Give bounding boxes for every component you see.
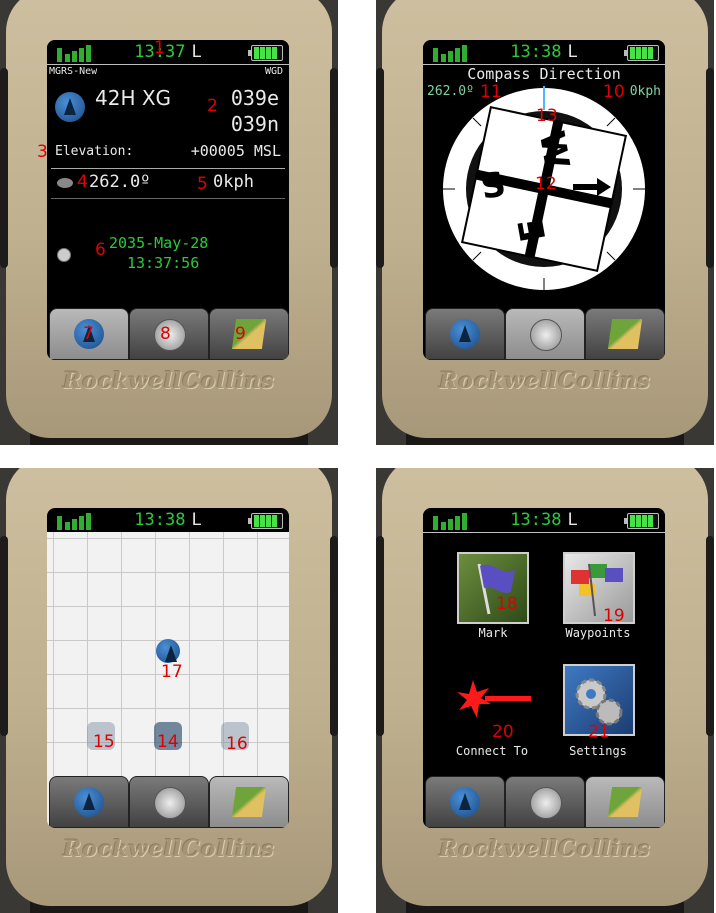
callout-2: 2 [207, 96, 218, 116]
position-icon [74, 787, 104, 817]
laser-icon [457, 680, 531, 718]
battery-icon [248, 513, 283, 529]
device-compass: RockwellCollins 13:38 L Compass Direction… [376, 0, 714, 445]
tab-bar [423, 308, 665, 360]
position-icon [450, 319, 480, 349]
northing: 039n [230, 112, 279, 136]
separator [51, 198, 285, 199]
grid-zone: 42H XG [95, 86, 172, 110]
callout-18: 18 [496, 594, 518, 614]
screen-menu: 13:38 L Mark Waypoints Connect To Settin… [423, 508, 665, 828]
callout-9: 9 [235, 324, 246, 344]
separator [423, 532, 665, 533]
map-icon [607, 319, 643, 349]
map-icon [607, 787, 643, 817]
map-icon [231, 787, 267, 817]
callout-19: 19 [603, 606, 625, 626]
callout-16: 16 [226, 734, 248, 754]
callout-1: 1 [154, 38, 165, 58]
menu-label-waypoints: Waypoints [565, 626, 631, 640]
tab-map[interactable] [585, 776, 665, 828]
brand-logo: RockwellCollins [439, 368, 651, 394]
status-bar: 13:38 L [47, 508, 289, 532]
date-value: 2035-May-28 [109, 234, 209, 252]
device-location: RockwellCollins 13:37 L MGRS-New WGD 42H … [0, 0, 338, 445]
tab-location[interactable] [425, 776, 505, 828]
coord-system: MGRS-New [49, 66, 98, 77]
callout-14: 14 [157, 732, 179, 752]
position-icon [55, 92, 85, 122]
tab-map[interactable] [209, 776, 289, 828]
compass-icon [154, 787, 186, 819]
menu-item-mark[interactable]: Mark [453, 552, 533, 652]
callout-11: 11 [480, 82, 502, 102]
menu-item-settings[interactable]: Settings [553, 664, 643, 764]
callout-10: 10 [603, 82, 625, 102]
status-bar: 13:38 L [423, 508, 665, 532]
brand-logo: RockwellCollins [63, 836, 275, 862]
menu-label-mark: Mark [478, 626, 508, 640]
screen-location: 13:37 L MGRS-New WGD 42H XG 039e 039n Ele… [47, 40, 289, 360]
compass-icon [530, 787, 562, 819]
callout-17: 17 [161, 662, 183, 682]
status-bar: 13:38 L [423, 40, 665, 64]
callout-20: 20 [492, 722, 514, 742]
clock-value: 13:37:56 [127, 254, 200, 272]
callout-4: 4 [77, 172, 88, 192]
callout-5: 5 [197, 174, 208, 194]
battery-icon [624, 513, 659, 529]
menu-item-connect-to[interactable]: Connect To [445, 664, 539, 764]
menu-item-waypoints[interactable]: Waypoints [553, 552, 643, 652]
position-icon [450, 787, 480, 817]
compass-small-icon [57, 178, 73, 188]
tab-bar [423, 776, 665, 828]
device-map: RockwellCollins 13:38 L 14 15 16 17 [0, 468, 338, 913]
speed-value: 0kph [213, 172, 254, 192]
menu-label-settings: Settings [569, 744, 627, 758]
clock-icon [57, 248, 71, 262]
device-menu: RockwellCollins 13:38 L Mark Waypoints C… [376, 468, 714, 913]
elevation-value: +00005 MSL [190, 142, 281, 160]
callout-8: 8 [160, 324, 171, 344]
battery-icon [624, 45, 659, 61]
direction-arrow [573, 178, 611, 196]
position-marker-icon [156, 639, 180, 663]
callout-12: 12 [535, 174, 557, 194]
tab-compass[interactable] [129, 776, 209, 828]
callout-6: 6 [95, 240, 106, 260]
compass-icon [530, 319, 562, 351]
callout-13: 13 [536, 106, 558, 126]
tab-map[interactable] [209, 308, 289, 360]
easting: 039e [230, 86, 279, 110]
callout-7: 7 [83, 324, 94, 344]
separator [47, 64, 289, 65]
brand-logo: RockwellCollins [439, 836, 651, 862]
callout-21: 21 [588, 722, 610, 742]
tab-compass[interactable] [505, 776, 585, 828]
screen-compass: 13:38 L Compass Direction 262.0º 0kph W S… [423, 40, 665, 360]
compass-title: Compass Direction [467, 65, 621, 83]
tab-location[interactable] [425, 308, 505, 360]
brand-logo: RockwellCollins [63, 368, 275, 394]
callout-15: 15 [93, 732, 115, 752]
tab-bar [47, 776, 289, 828]
tab-location[interactable] [49, 776, 129, 828]
elevation-label: Elevation: [55, 144, 134, 159]
flag-icon [457, 552, 529, 624]
tab-map[interactable] [585, 308, 665, 360]
tab-compass[interactable] [505, 308, 585, 360]
status-bar: 13:37 L [47, 40, 289, 64]
separator [51, 168, 285, 169]
battery-icon [248, 45, 283, 61]
cardinal-w: W [530, 128, 577, 172]
menu-label-connect-to: Connect To [455, 744, 529, 758]
heading-value: 262.0º [89, 172, 151, 192]
datum: WGD [264, 66, 283, 77]
callout-3: 3 [37, 142, 48, 162]
